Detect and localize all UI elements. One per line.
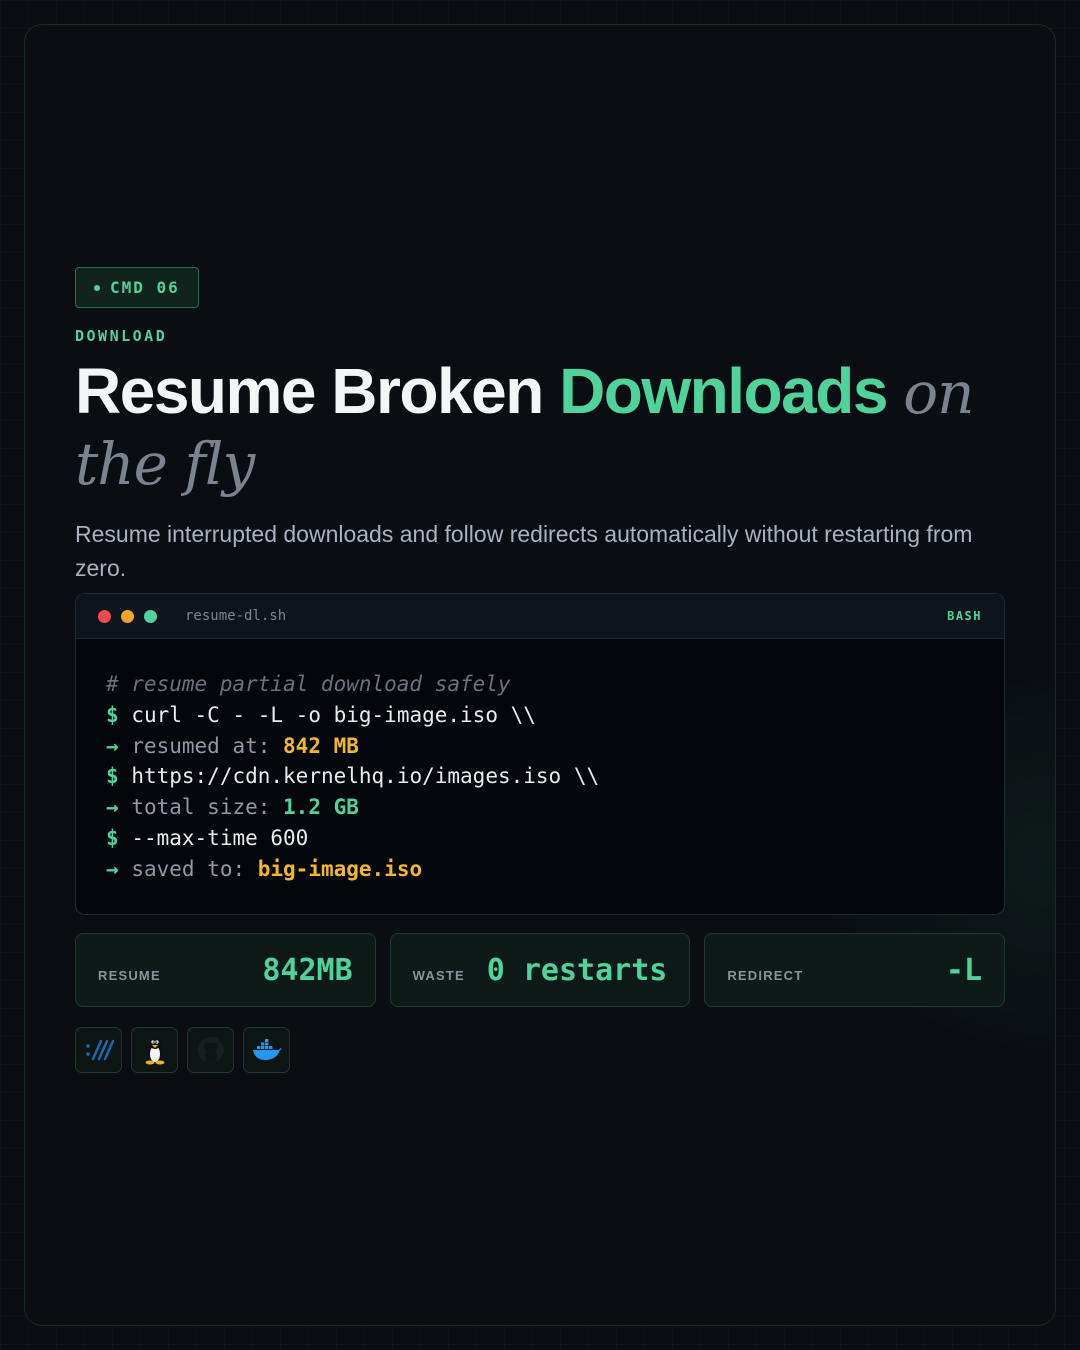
stat-value: 0 restarts	[486, 952, 668, 988]
prompt-symbol: $	[106, 702, 119, 727]
github-icon-glyph	[197, 1037, 224, 1063]
maximize-window-dot-icon[interactable]	[144, 609, 157, 623]
stat-label: RESUME	[98, 967, 161, 983]
terminal-body: # resume partial download safely $ curl …	[76, 639, 1004, 885]
stat-card-waste: WASTE 0 restarts	[389, 933, 691, 1007]
command-text: --max-time 600	[131, 825, 309, 850]
code-command-line: $ curl -C - -L -o big-image.iso \\	[106, 700, 974, 731]
title-part-soft-2: the fly	[75, 430, 255, 498]
prompt-symbol: $	[106, 825, 119, 850]
terminal-titlebar: resume-dl.sh BASH	[76, 594, 1004, 639]
title-part-soft-1: on	[903, 359, 974, 427]
arrow-icon: →	[106, 856, 119, 881]
docker-icon[interactable]	[243, 1027, 290, 1073]
subtitle: Resume interrupted downloads and follow …	[75, 521, 973, 581]
stat-label: REDIRECT	[727, 967, 804, 983]
title-part-main: Resume Broken	[75, 355, 544, 427]
category-label: DOWNLOAD	[75, 327, 168, 345]
stat-card-redirect: REDIRECT -L	[704, 933, 1006, 1007]
cmd-badge-label: CMD 06	[110, 278, 180, 297]
minimize-window-dot-icon[interactable]	[121, 609, 134, 623]
close-window-dot-icon[interactable]	[98, 609, 111, 623]
curl-icon-glyph	[85, 1039, 114, 1061]
code-command-line: $ --max-time 600	[106, 823, 974, 854]
command-text: https://cdn.kernelhq.io/images.iso \\	[131, 764, 600, 789]
stat-card-resume: RESUME 842MB	[75, 933, 376, 1007]
title-part-accent: Downloads	[559, 355, 888, 427]
arrow-icon: →	[106, 733, 119, 758]
curl-icon[interactable]	[75, 1027, 122, 1073]
github-icon[interactable]	[187, 1027, 234, 1073]
terminal-filename: resume-dl.sh	[185, 608, 287, 624]
stat-value: 842MB	[262, 952, 353, 988]
code-command-line: $ https://cdn.kernelhq.io/images.iso \\	[106, 761, 974, 792]
output-label: resumed at:	[131, 733, 284, 758]
page-title: Resume Broken Downloads on the fly	[75, 357, 1005, 499]
stats-row: RESUME 842MB WASTE 0 restarts REDIRECT -…	[75, 933, 1006, 1007]
code-output-line: → saved to: big-image.iso	[106, 854, 974, 885]
docker-icon-glyph	[252, 1039, 281, 1060]
stat-value: -L	[945, 952, 983, 988]
output-value: big-image.iso	[257, 856, 423, 881]
code-output-line: → resumed at: 842 MB	[106, 731, 974, 762]
terminal-language: BASH	[947, 609, 982, 623]
output-value: 1.2 GB	[283, 795, 359, 820]
output-label: saved to:	[131, 856, 258, 881]
prompt-symbol: $	[106, 764, 119, 789]
cmd-badge: CMD 06	[75, 267, 199, 308]
status-dot-icon	[94, 284, 100, 291]
arrow-icon: →	[106, 795, 119, 820]
code-output-line: → total size: 1.2 GB	[106, 792, 974, 823]
command-text: curl -C - -L -o big-image.iso \\	[131, 702, 536, 727]
main-content: CMD 06 DOWNLOAD Resume Broken Downloads …	[75, 267, 1005, 585]
output-value: 842 MB	[283, 733, 359, 758]
code-comment: # resume partial download safely	[106, 672, 511, 696]
tux-icon-glyph	[145, 1037, 164, 1065]
output-label: total size:	[131, 795, 284, 820]
tool-icons-row	[75, 1027, 290, 1073]
stat-label: WASTE	[412, 967, 465, 983]
terminal-window: resume-dl.sh BASH # resume partial downl…	[75, 593, 1005, 915]
linux-tux-icon[interactable]	[131, 1027, 178, 1073]
